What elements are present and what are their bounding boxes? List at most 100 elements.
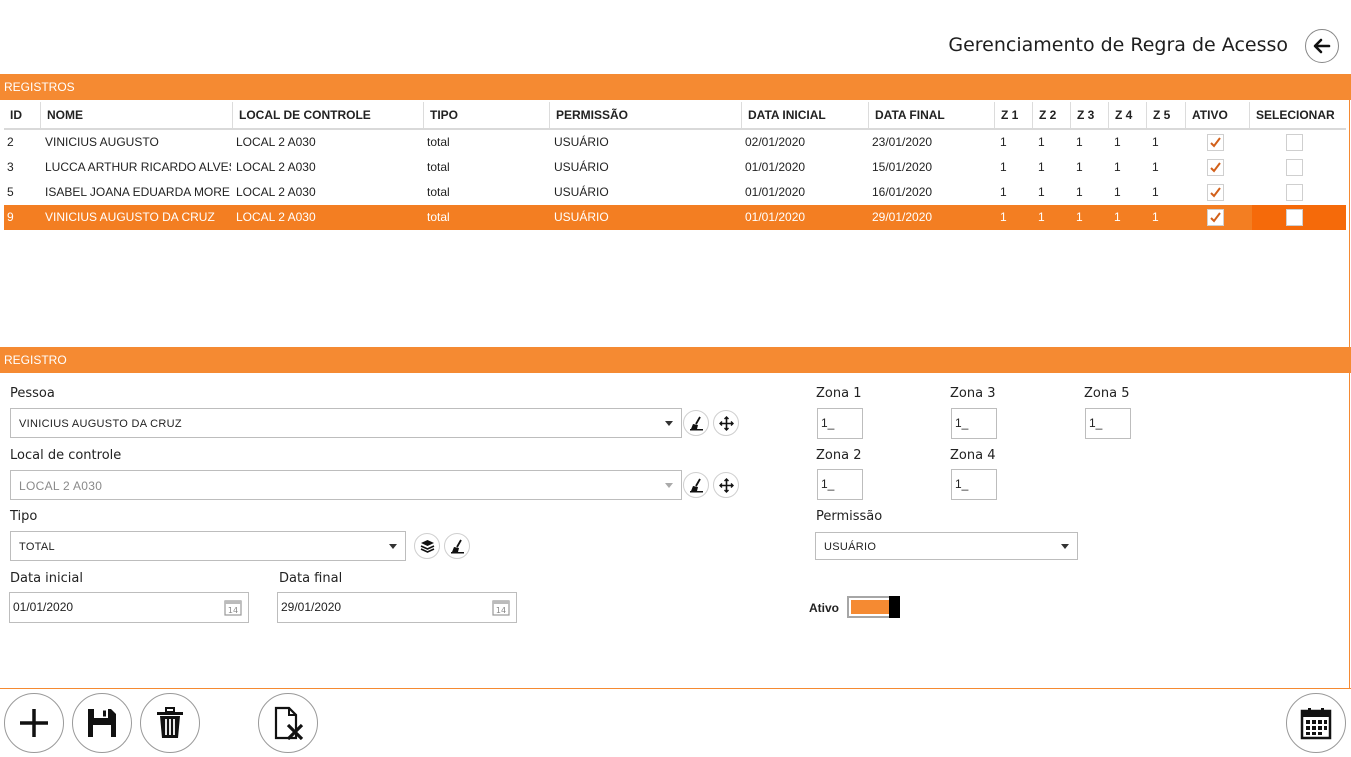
back-button[interactable] [1305,29,1339,63]
data-inicial-picker[interactable]: 01/01/2020 14 [9,592,249,623]
cell-data-final: 15/01/2020 [872,160,933,174]
cell-data-final: 29/01/2020 [872,210,933,224]
selecionar-checkbox[interactable] [1286,159,1303,176]
zona1-label: Zona 1 [816,386,862,401]
column-header-z5[interactable]: Z 5 [1147,102,1186,128]
cell-data-inicial: 01/01/2020 [745,185,806,199]
chevron-down-icon [665,421,673,426]
column-header-ativo[interactable]: ATIVO [1186,102,1250,128]
pessoa-clear-button[interactable] [683,410,709,436]
calendar-icon[interactable]: 14 [224,599,242,616]
broom-icon [689,478,703,492]
cell-data-inicial: 01/01/2020 [745,160,806,174]
tipo-layers-button[interactable] [414,533,440,559]
pessoa-select[interactable]: VINICIUS AUGUSTO DA CRUZ [10,408,682,438]
zona5-input[interactable]: 1_ [1085,408,1131,439]
tipo-select[interactable]: TOTAL [10,531,406,561]
column-header-id[interactable]: ID [4,102,41,128]
cell-z2: 1 [1038,160,1045,174]
cell-tipo: total [427,135,450,149]
clear-form-button[interactable] [258,693,318,753]
column-header-z1[interactable]: Z 1 [995,102,1033,128]
data-inicial-value: 01/01/2020 [13,600,74,614]
zona4-input[interactable]: 1_ [951,469,997,500]
selecionar-checkbox[interactable] [1286,209,1303,226]
column-header-tipo[interactable]: TIPO [424,102,550,128]
delete-button[interactable] [140,693,200,753]
cell-z1: 1 [1000,135,1007,149]
pessoa-label: Pessoa [10,386,55,401]
zona2-label: Zona 2 [816,448,862,463]
selecionar-checkbox[interactable] [1286,134,1303,151]
cell-data-final: 23/01/2020 [872,135,933,149]
checkmark-icon [1210,212,1221,223]
cell-local: LOCAL 2 A030 [236,185,316,199]
table-row[interactable]: 5 ISABEL JOANA EDUARDA MOREIRA LOCAL 2 A… [4,180,1346,205]
cell-z3: 1 [1076,135,1083,149]
tipo-value: TOTAL [19,541,55,553]
trash-icon [157,707,183,738]
column-header-data-inicial[interactable]: DATA INICIAL [742,102,869,128]
chevron-down-icon [665,483,673,488]
table-row-selected[interactable]: 9 VINICIUS AUGUSTO DA CRUZ LOCAL 2 A030 … [4,205,1346,230]
records-grid: ID NOME LOCAL DE CONTROLE TIPO PERMISSÃO… [4,102,1346,230]
ativo-checkbox[interactable] [1207,209,1224,226]
broom-icon [450,539,464,553]
cell-id: 9 [7,210,14,224]
column-header-data-final[interactable]: DATA FINAL [869,102,995,128]
cell-z4: 1 [1114,160,1121,174]
cell-nome: VINICIUS AUGUSTO DA CRUZ [45,210,215,224]
local-select[interactable]: LOCAL 2 A030 [10,470,682,500]
selecionar-checkbox[interactable] [1286,184,1303,201]
plus-icon [20,709,48,737]
checkmark-icon [1210,162,1221,173]
cell-data-final: 16/01/2020 [872,185,933,199]
column-header-permissao[interactable]: PERMISSÃO [550,102,742,128]
cell-tipo: total [427,160,450,174]
ativo-checkbox[interactable] [1207,134,1224,151]
toggle-thumb[interactable] [889,596,900,618]
ativo-checkbox[interactable] [1207,159,1224,176]
tipo-label: Tipo [10,509,38,524]
cell-z2: 1 [1038,135,1045,149]
column-header-selecionar[interactable]: SELECIONAR [1250,102,1346,128]
calendar-button[interactable] [1286,693,1346,753]
column-header-local[interactable]: LOCAL DE CONTROLE [233,102,424,128]
local-add-button[interactable] [713,472,739,498]
zona1-input[interactable]: 1_ [817,408,863,439]
column-header-z3[interactable]: Z 3 [1071,102,1109,128]
zona3-input[interactable]: 1_ [951,408,997,439]
calendar-icon[interactable]: 14 [492,599,510,616]
save-button[interactable] [72,693,132,753]
zona5-label: Zona 5 [1084,386,1130,401]
tipo-clear-button[interactable] [444,533,470,559]
ativo-toggle[interactable] [847,596,900,618]
table-row[interactable]: 2 VINICIUS AUGUSTO LOCAL 2 A030 total US… [4,130,1346,155]
grid-header: ID NOME LOCAL DE CONTROLE TIPO PERMISSÃO… [4,102,1346,130]
zona4-label: Zona 4 [950,448,996,463]
cell-data-inicial: 02/01/2020 [745,135,806,149]
cell-tipo: total [427,185,450,199]
cell-z5: 1 [1152,160,1159,174]
table-row[interactable]: 3 LUCCA ARTHUR RICARDO ALVES LOCAL 2 A03… [4,155,1346,180]
permissao-select[interactable]: USUÁRIO [815,532,1078,560]
cell-z2: 1 [1038,210,1045,224]
zona2-input[interactable]: 1_ [817,469,863,500]
add-button[interactable] [4,693,64,753]
ativo-label: Ativo [809,601,839,615]
pessoa-add-button[interactable] [713,410,739,436]
column-header-z4[interactable]: Z 4 [1109,102,1147,128]
checkmark-icon [1210,137,1221,148]
data-final-picker[interactable]: 29/01/2020 14 [277,592,517,623]
add-move-icon [718,415,734,431]
cell-z4: 1 [1114,135,1121,149]
cell-local: LOCAL 2 A030 [236,210,316,224]
arrow-left-icon [1313,38,1331,54]
local-clear-button[interactable] [683,472,709,498]
column-header-nome[interactable]: NOME [41,102,233,128]
toggle-fill [851,600,889,614]
column-header-z2[interactable]: Z 2 [1033,102,1071,128]
data-final-value: 29/01/2020 [281,600,342,614]
cell-permissao: USUÁRIO [554,210,609,224]
ativo-checkbox[interactable] [1207,184,1224,201]
